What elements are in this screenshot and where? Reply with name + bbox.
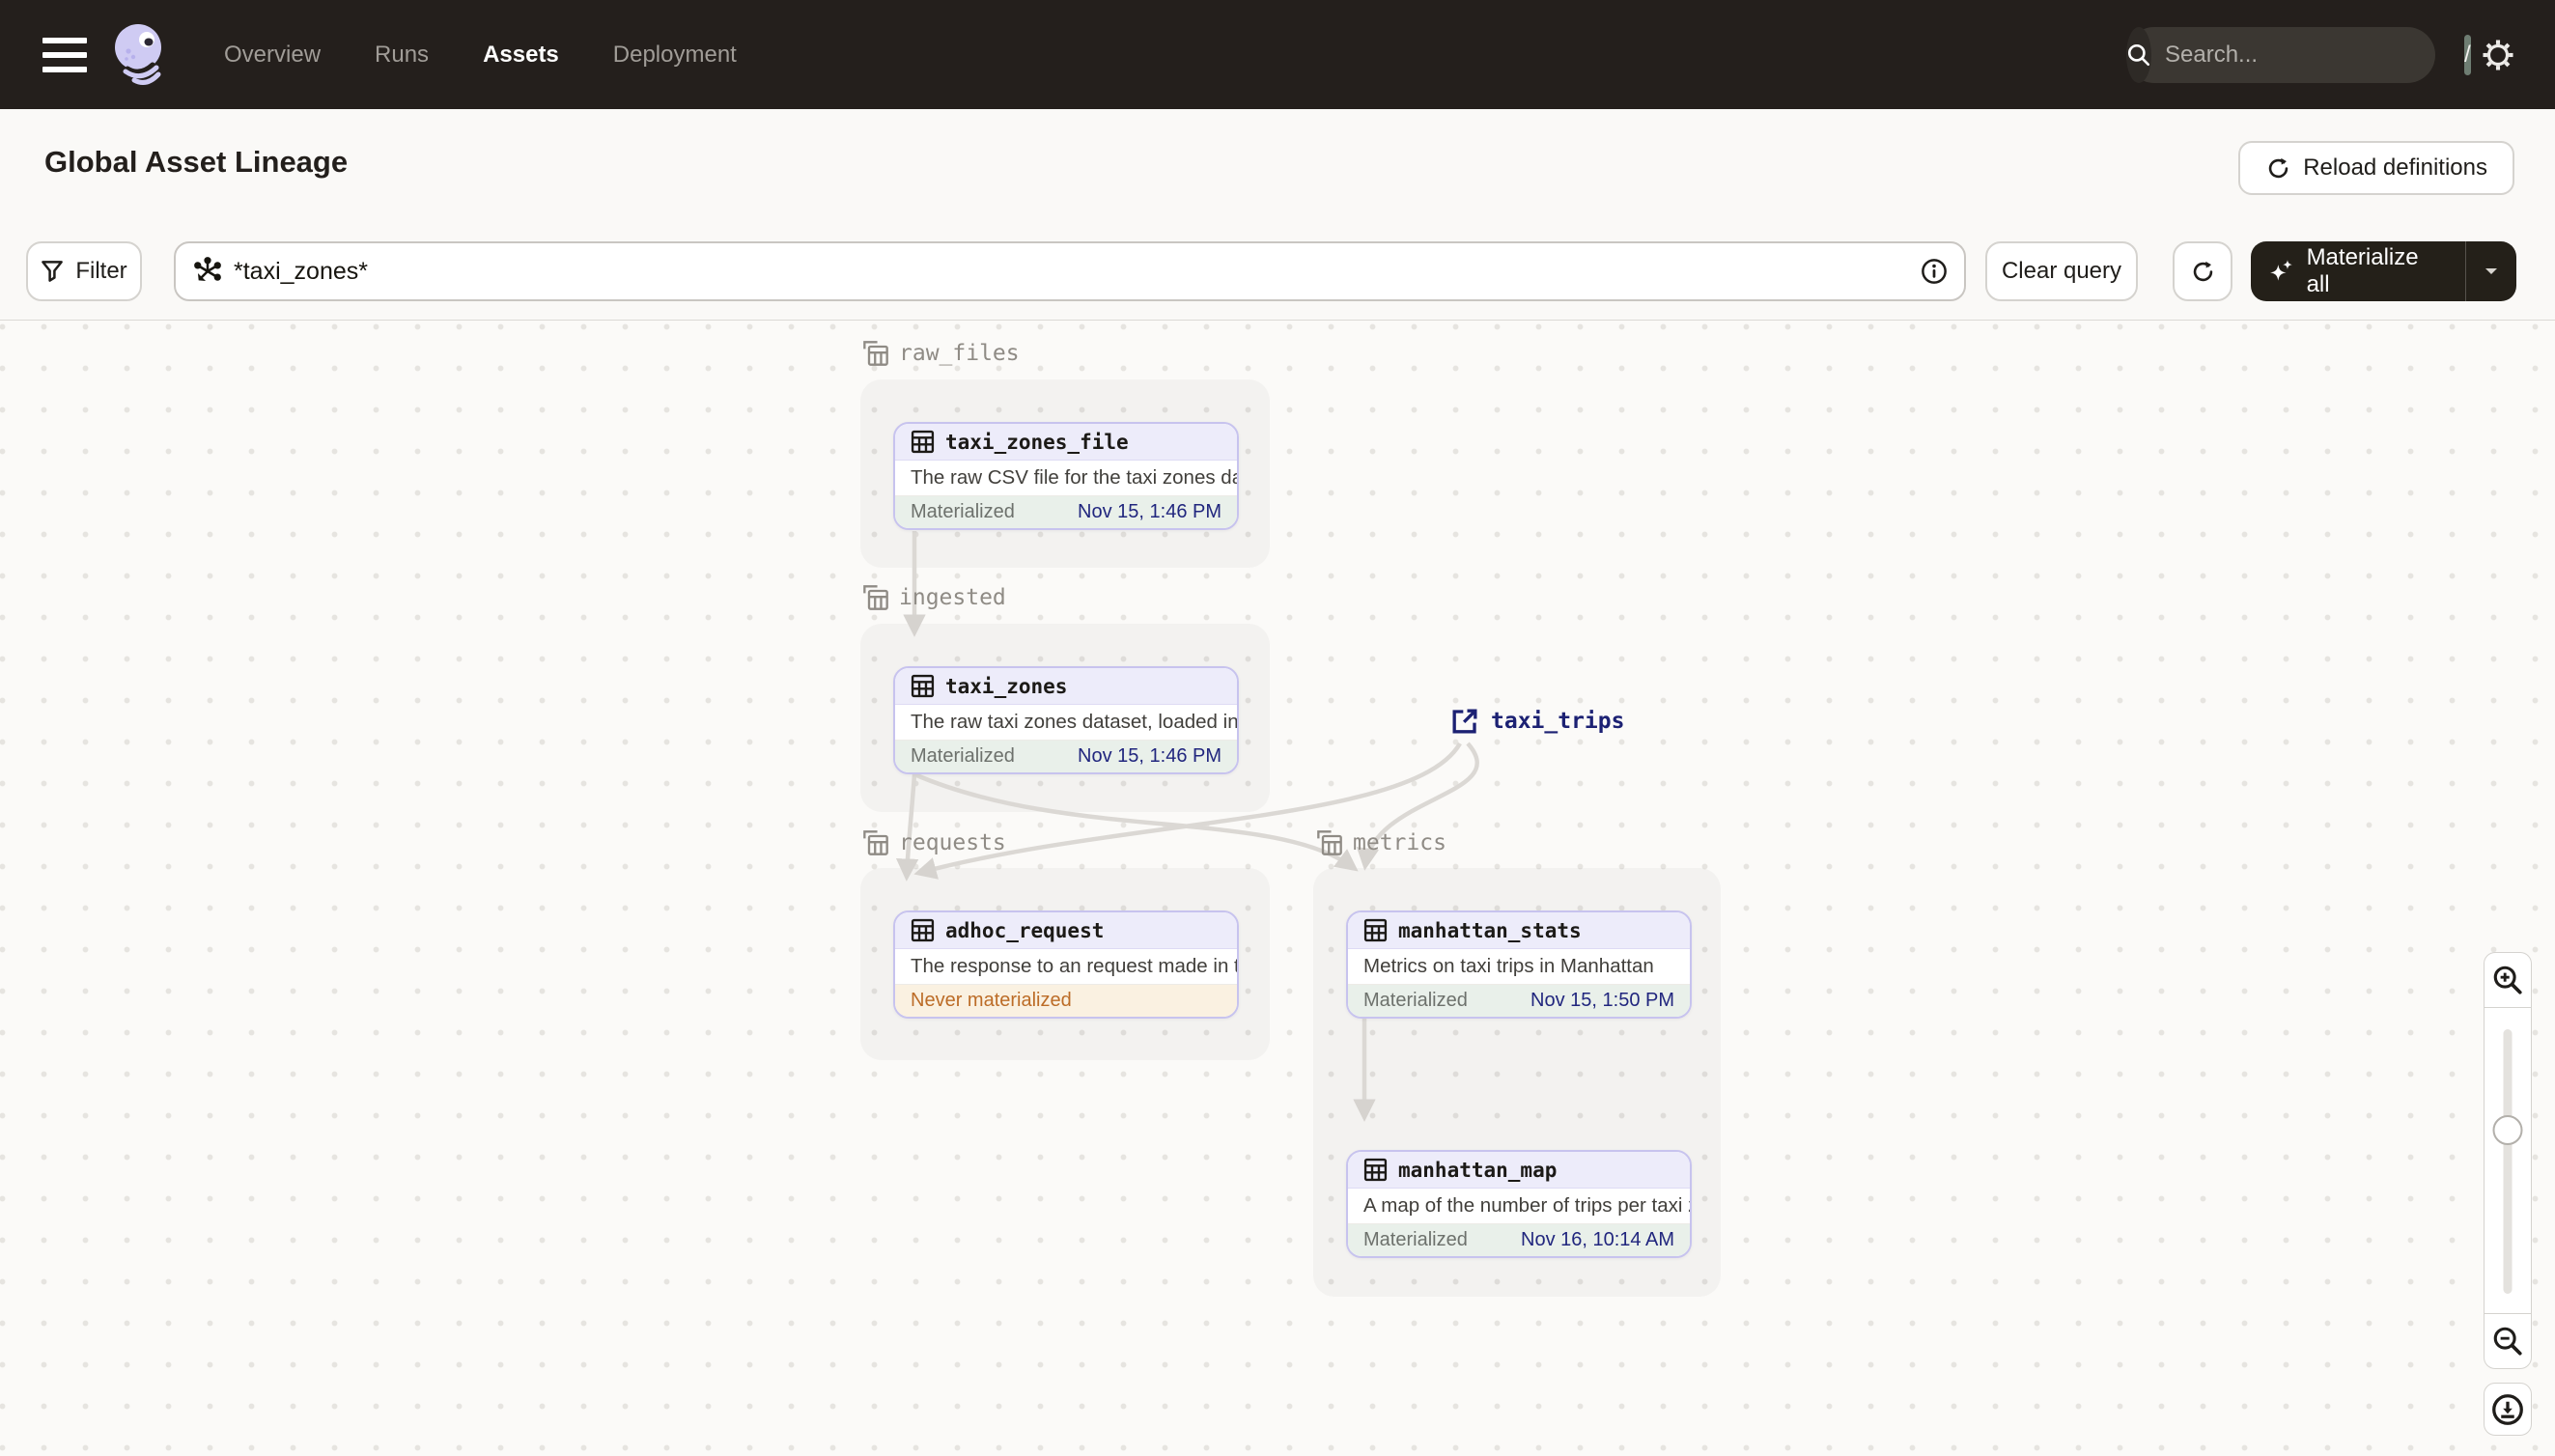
asset-status-bar: Materialized Nov 15, 1:46 PM	[895, 741, 1237, 772]
search-icon	[2126, 26, 2151, 83]
status-label: Materialized	[911, 501, 1015, 522]
materialize-dropdown-caret[interactable]	[2466, 262, 2516, 281]
status-timestamp[interactable]: Nov 15, 1:46 PM	[1078, 745, 1221, 768]
group-label-metrics[interactable]: metrics	[1316, 829, 1446, 856]
materialize-all-main[interactable]: Materialize all	[2251, 244, 2465, 298]
asset-name: manhattan_map	[1398, 1158, 1558, 1182]
funnel-icon	[42, 261, 64, 282]
group-table-icon	[1317, 830, 1342, 855]
asset-name: taxi_zones	[945, 674, 1068, 698]
settings-gear-icon[interactable]	[2480, 37, 2516, 73]
info-icon[interactable]	[1920, 257, 1949, 286]
group-label-requests[interactable]: requests	[862, 829, 1006, 856]
group-table-icon	[863, 830, 888, 855]
asset-node-adhoc-request[interactable]: adhoc_request The response to an request…	[893, 910, 1239, 1019]
materialize-all-button[interactable]: Materialize all	[2251, 241, 2516, 301]
asset-description: The raw taxi zones dataset, loaded int..…	[895, 705, 1237, 741]
status-label: Materialized	[1363, 1229, 1468, 1250]
table-icon	[1363, 1158, 1388, 1182]
status-label: Materialized	[1363, 990, 1468, 1011]
asset-description: The raw CSV file for the taxi zones dat.…	[895, 461, 1237, 496]
lineage-canvas[interactable]: raw_files ingested requests metrics taxi…	[0, 321, 2555, 1456]
global-search[interactable]: /	[2126, 26, 2471, 83]
asset-status-bar: Materialized Nov 15, 1:50 PM	[1348, 985, 1690, 1017]
table-icon	[911, 674, 935, 698]
download-icon	[2492, 1393, 2523, 1425]
zoom-slider-handle[interactable]	[2492, 1115, 2523, 1145]
filter-button[interactable]: Filter	[26, 241, 142, 301]
zoom-slider[interactable]	[2484, 1007, 2532, 1314]
table-icon	[911, 918, 935, 942]
external-asset-taxi-trips[interactable]: taxi_trips	[1450, 707, 1624, 736]
lineage-toolbar: Filter Clear query	[0, 215, 2555, 321]
asset-node-taxi-zones-file[interactable]: taxi_zones_file The raw CSV file for the…	[893, 422, 1239, 530]
table-icon	[1363, 918, 1388, 942]
nav-item-overview[interactable]: Overview	[224, 42, 321, 69]
asset-query-input-box[interactable]	[174, 241, 1966, 301]
sparkle-icon	[2270, 260, 2292, 281]
refresh-button[interactable]	[2173, 241, 2232, 301]
group-label-ingested[interactable]: ingested	[862, 584, 1006, 611]
status-timestamp[interactable]: Nov 15, 1:50 PM	[1530, 990, 1674, 1012]
asset-status-bar: Materialized Nov 15, 1:46 PM	[895, 496, 1237, 528]
primary-nav: Overview Runs Assets Deployment	[224, 42, 737, 69]
chevron-down-icon	[2485, 268, 2497, 274]
status-label: Materialized	[911, 745, 1015, 767]
asset-name: adhoc_request	[945, 918, 1105, 942]
reload-definitions-button[interactable]: Reload definitions	[2238, 141, 2514, 195]
group-table-icon	[863, 341, 888, 366]
asset-node-manhattan-stats[interactable]: manhattan_stats Metrics on taxi trips in…	[1346, 910, 1692, 1019]
status-timestamp[interactable]: Nov 15, 1:46 PM	[1078, 501, 1221, 523]
asset-description: The response to an request made in th...	[895, 949, 1237, 985]
asset-description: Metrics on taxi trips in Manhattan	[1348, 949, 1690, 985]
page-header: Global Asset Lineage Reload definitions	[0, 109, 2555, 215]
asset-name: taxi_zones_file	[945, 430, 1129, 454]
external-link-icon	[1452, 709, 1477, 734]
table-icon	[911, 430, 935, 454]
edge-taxi-zones-to-adhoc-request	[895, 773, 919, 882]
reload-icon	[2268, 157, 2288, 178]
search-input[interactable]	[2151, 41, 2464, 69]
asset-name: manhattan_stats	[1398, 918, 1582, 942]
search-shortcut-badge: /	[2464, 34, 2471, 75]
refresh-icon	[2193, 261, 2212, 281]
asset-status-bar: Never materialized	[895, 985, 1237, 1017]
zoom-in-button[interactable]	[2484, 952, 2532, 1007]
zoom-in-icon	[2493, 966, 2522, 994]
nav-item-assets[interactable]: Assets	[483, 42, 559, 69]
nav-right-section: /	[2126, 26, 2516, 83]
clear-query-button[interactable]: Clear query	[1985, 241, 2138, 301]
nav-item-deployment[interactable]: Deployment	[613, 42, 737, 69]
lineage-edges	[895, 531, 1479, 1122]
asset-status-bar: Materialized Nov 16, 10:14 AM	[1348, 1224, 1690, 1256]
zoom-out-button[interactable]	[2484, 1314, 2532, 1369]
asset-node-manhattan-map[interactable]: manhattan_map A map of the number of tri…	[1346, 1150, 1692, 1258]
status-label: Never materialized	[911, 990, 1072, 1011]
page-title: Global Asset Lineage	[44, 145, 349, 179]
hamburger-menu-icon[interactable]	[42, 37, 87, 72]
download-button[interactable]	[2484, 1383, 2532, 1436]
asset-query-input[interactable]	[234, 257, 1920, 286]
top-nav-bar: Overview Runs Assets Deployment /	[0, 0, 2555, 109]
zoom-slider-track[interactable]	[2503, 1029, 2513, 1294]
asset-description: A map of the number of trips per taxi z.…	[1348, 1189, 1690, 1224]
status-timestamp[interactable]: Nov 16, 10:14 AM	[1521, 1229, 1674, 1251]
asset-node-taxi-zones[interactable]: taxi_zones The raw taxi zones dataset, l…	[893, 666, 1239, 774]
graph-query-icon	[193, 257, 222, 286]
nav-item-runs[interactable]: Runs	[375, 42, 429, 69]
dagster-logo-icon[interactable]	[108, 20, 170, 90]
group-label-raw-files[interactable]: raw_files	[862, 340, 1020, 367]
group-table-icon	[863, 585, 888, 610]
zoom-out-icon	[2493, 1327, 2522, 1356]
